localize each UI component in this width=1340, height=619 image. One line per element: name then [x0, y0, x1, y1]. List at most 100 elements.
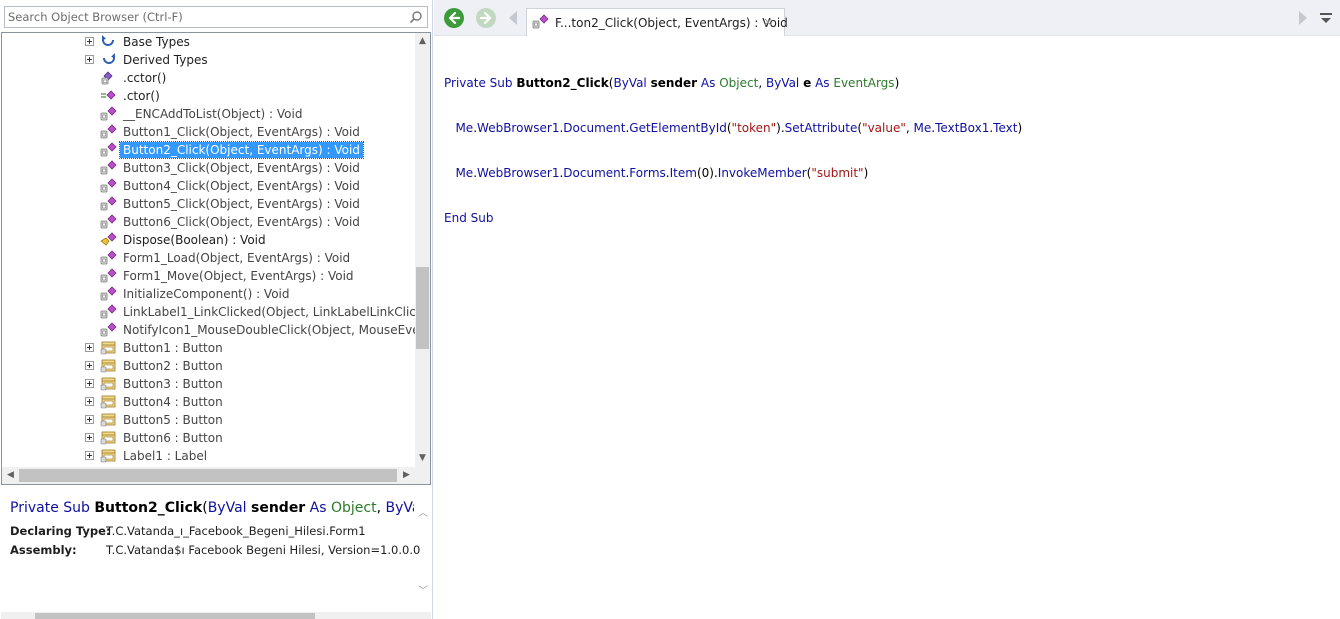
tab-menu-icon[interactable]: [1320, 11, 1332, 25]
private-method-icon: [100, 178, 117, 193]
property-icon: [100, 395, 116, 409]
member-signature: Private Sub Button2_Click(ByVal sender A…: [10, 500, 414, 516]
assembly-label: Assembly:: [10, 543, 77, 557]
tree-item[interactable]: Button5 : Button: [2, 411, 416, 429]
punctuation: ,: [376, 500, 382, 516]
private-method-icon: [100, 286, 117, 301]
expand-icon[interactable]: [85, 433, 94, 442]
assembly-value[interactable]: T.C.Vatanda$ı Facebook Begeni Hilesi, Ve…: [106, 543, 420, 557]
close-icon[interactable]: ×: [763, 15, 773, 29]
tree-item[interactable]: LinkLabel1_LinkClicked(Object, LinkLabel…: [2, 303, 416, 321]
back-button[interactable]: [444, 8, 464, 28]
scrollbar-thumb[interactable]: [416, 267, 429, 349]
members-tree[interactable]: Base Types Derived Types .cctor() .ctor() __…: [1, 32, 431, 485]
scroll-up-icon[interactable]: ︿: [416, 504, 430, 519]
tree-item-label: Dispose(Boolean) : Void: [123, 233, 266, 247]
keyword: Private: [10, 500, 59, 516]
tree-item[interactable]: Base Types: [2, 33, 416, 51]
code-line: Me.WebBrowser1.Document.GetElementById("…: [455, 121, 1023, 135]
code-view[interactable]: Private Sub Button2_Click(ByVal sender A…: [444, 46, 1022, 256]
property-icon: [100, 413, 116, 427]
derived-types-icon: [103, 53, 115, 64]
member-name: Button2_Click: [94, 500, 203, 516]
tree-item-label: Button3_Click(Object, EventArgs) : Void: [123, 161, 360, 175]
scroll-down-icon[interactable]: ﹀: [416, 582, 430, 597]
expand-icon[interactable]: [85, 379, 94, 388]
expand-icon[interactable]: [85, 397, 94, 406]
tab-scroll-left-icon[interactable]: [509, 11, 517, 25]
scroll-down-icon[interactable]: ▼: [415, 450, 430, 467]
tree-item-label: Button3 : Button: [123, 377, 223, 391]
code-line: End Sub: [444, 211, 494, 225]
forward-button[interactable]: [476, 8, 496, 28]
property-icon: [100, 431, 116, 445]
private-method-icon: [100, 142, 117, 157]
tree-item[interactable]: Button4 : Button: [2, 393, 416, 411]
search-icon[interactable]: [409, 10, 423, 24]
tree-item-label: __ENCAddToList(Object) : Void: [123, 107, 303, 121]
scrollbar-thumb[interactable]: [35, 613, 315, 619]
tree-item[interactable]: NotifyIcon1_MouseDoubleClick(Object, Mou…: [2, 321, 416, 339]
property-icon: [100, 341, 116, 355]
expand-icon[interactable]: [85, 343, 94, 352]
tree-item[interactable]: Form1_Move(Object, EventArgs) : Void: [2, 267, 416, 285]
tree-item-label: Button2_Click(Object, EventArgs) : Void: [119, 141, 364, 159]
private-method-icon: [100, 322, 117, 337]
tree-item-label: Button5_Click(Object, EventArgs) : Void: [123, 197, 360, 211]
tree-item[interactable]: Button2_Click(Object, EventArgs) : Void: [2, 141, 416, 159]
tree-item-label: Button1_Click(Object, EventArgs) : Void: [123, 125, 360, 139]
scroll-up-icon[interactable]: ▲: [415, 33, 430, 50]
expand-icon[interactable]: [85, 55, 94, 64]
expand-icon[interactable]: [85, 361, 94, 370]
private-method-icon: [100, 268, 117, 283]
search-input[interactable]: [5, 7, 405, 27]
tree-item[interactable]: .ctor(): [2, 87, 416, 105]
arrow-left-icon: [448, 11, 461, 25]
tree-item[interactable]: Button6_Click(Object, EventArgs) : Void: [2, 213, 416, 231]
tree-item[interactable]: Button1_Click(Object, EventArgs) : Void: [2, 123, 416, 141]
scroll-right-icon[interactable]: ▶: [398, 467, 415, 484]
tree-item[interactable]: Label1 : Label: [2, 447, 416, 465]
tab-scroll-right-icon[interactable]: [1299, 11, 1307, 25]
horizontal-scrollbar[interactable]: ◀ ▶: [2, 467, 430, 484]
tree-item-label: .ctor(): [123, 89, 160, 103]
declaring-type-value[interactable]: T.C.Vatanda_ı_Facebook_Begeni_Hilesi.For…: [106, 524, 366, 538]
keyword: ByVal: [385, 500, 414, 516]
declaring-type-row: Declaring Type:T.C.Vatanda_ı_Facebook_Be…: [10, 524, 366, 538]
tree-item[interactable]: Button1 : Button: [2, 339, 416, 357]
tree-item[interactable]: Button6 : Button: [2, 429, 416, 447]
search-box[interactable]: [4, 6, 428, 28]
tree-item[interactable]: InitializeComponent() : Void: [2, 285, 416, 303]
tree-item[interactable]: Button2 : Button: [2, 357, 416, 375]
tree-item[interactable]: Form1_Load(Object, EventArgs) : Void: [2, 249, 416, 267]
tree-item-label: Button1 : Button: [123, 341, 223, 355]
property-icon: [100, 377, 116, 391]
tree-item[interactable]: Button3 : Button: [2, 375, 416, 393]
tree-item[interactable]: Button3_Click(Object, EventArgs) : Void: [2, 159, 416, 177]
private-method-icon: [532, 14, 549, 29]
horizontal-scrollbar[interactable]: [1, 612, 431, 619]
type-link[interactable]: Object: [331, 500, 377, 516]
vertical-scrollbar[interactable]: ▲ ▼: [415, 33, 430, 467]
private-method-icon: [100, 160, 117, 175]
method-icon: [101, 71, 113, 85]
document-tab[interactable]: F...ton2_Click(Object, EventArgs) : Void…: [526, 8, 788, 36]
tree-item-label: Form1_Move(Object, EventArgs) : Void: [123, 269, 354, 283]
parameter-name: sender: [251, 500, 306, 516]
declaring-type-label: Declaring Type:: [10, 524, 111, 538]
tree-item[interactable]: Derived Types: [2, 51, 416, 69]
tree-item[interactable]: __ENCAddToList(Object) : Void: [2, 105, 416, 123]
tree-item[interactable]: Button5_Click(Object, EventArgs) : Void: [2, 195, 416, 213]
scroll-left-icon[interactable]: ◀: [2, 467, 19, 484]
expand-icon[interactable]: [85, 415, 94, 424]
tree-item-label: Form1_Load(Object, EventArgs) : Void: [123, 251, 351, 265]
scrollbar-thumb[interactable]: [19, 469, 397, 482]
expand-icon[interactable]: [85, 451, 94, 460]
tree-item-label: NotifyIcon1_MouseDoubleClick(Object, Mou…: [123, 323, 416, 337]
tree-item[interactable]: Dispose(Boolean) : Void: [2, 231, 416, 249]
tree-item[interactable]: Button4_Click(Object, EventArgs) : Void: [2, 177, 416, 195]
expand-icon[interactable]: [85, 37, 94, 46]
tree-item[interactable]: .cctor(): [2, 69, 416, 87]
private-method-icon: [100, 250, 117, 265]
tree-item-label: Button6_Click(Object, EventArgs) : Void: [123, 215, 360, 229]
